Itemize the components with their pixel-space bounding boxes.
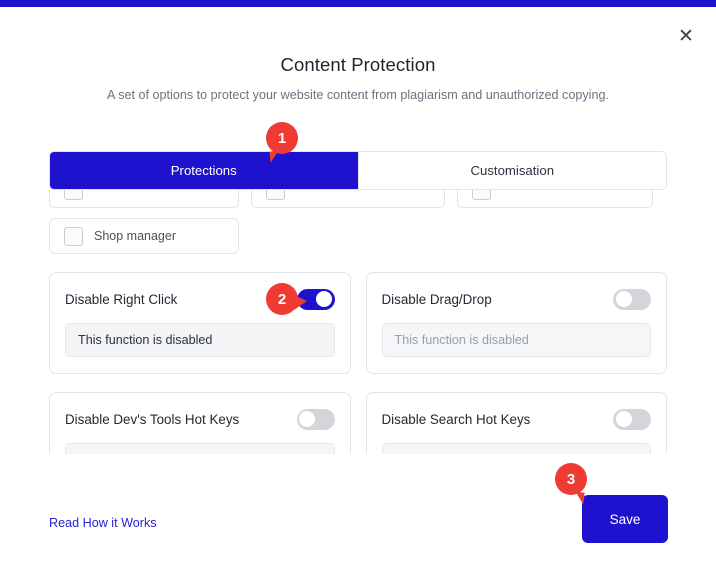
card-title: Disable Drag/Drop bbox=[381, 291, 492, 307]
card-title: Disable Right Click bbox=[65, 291, 178, 307]
step-marker-1: 1 bbox=[266, 122, 298, 163]
toggle-disable-drag-drop[interactable] bbox=[613, 288, 651, 310]
page-title: Content Protection bbox=[280, 54, 436, 75]
role-chip-shop-manager[interactable]: Shop manager bbox=[49, 218, 239, 254]
top-accent-bar bbox=[0, 0, 716, 7]
checkbox-icon[interactable] bbox=[64, 190, 83, 200]
card-title: Disable Dev's Tools Hot Keys bbox=[65, 411, 240, 427]
marker-number: 1 bbox=[266, 122, 298, 154]
toggle-knob bbox=[299, 411, 315, 427]
card-disable-search-hot-keys: Disable Search Hot Keys bbox=[365, 392, 667, 454]
role-chip[interactable] bbox=[251, 190, 445, 208]
checkbox-icon[interactable] bbox=[472, 190, 491, 200]
step-marker-2: 2 bbox=[266, 283, 307, 315]
message-input-search-hot-keys[interactable] bbox=[381, 443, 651, 454]
role-chip-row: Shop manager bbox=[49, 218, 667, 254]
card-header: Disable Drag/Drop bbox=[381, 287, 651, 311]
checkbox-icon[interactable] bbox=[64, 226, 83, 246]
card-title: Disable Search Hot Keys bbox=[381, 411, 531, 427]
marker-number: 3 bbox=[555, 463, 587, 495]
card-header: Disable Search Hot Keys bbox=[381, 407, 651, 431]
close-icon[interactable]: ✕ bbox=[673, 23, 699, 49]
message-input-drag-drop[interactable]: This function is disabled bbox=[381, 323, 651, 357]
toggle-knob bbox=[615, 411, 632, 427]
card-disable-right-click: Disable Right Click This function is dis… bbox=[49, 272, 351, 374]
message-input-right-click[interactable]: This function is disabled bbox=[65, 323, 335, 357]
read-how-it-works-link[interactable]: Read How it Works bbox=[49, 516, 157, 530]
marker-number: 2 bbox=[266, 283, 298, 315]
toggle-disable-dev-tools-hot-keys[interactable] bbox=[296, 408, 335, 430]
tab-bar: Protections Customisation bbox=[49, 151, 667, 190]
settings-scroll-area[interactable]: Shop manager Disable Right Click This fu… bbox=[0, 190, 716, 454]
message-input-dev-tools[interactable] bbox=[65, 443, 335, 454]
toggle-disable-search-hot-keys[interactable] bbox=[613, 408, 651, 430]
role-chip[interactable] bbox=[457, 190, 653, 208]
role-chip-label: Shop manager bbox=[94, 229, 177, 243]
protection-card-row-2: Disable Dev's Tools Hot Keys Disable Sea… bbox=[49, 392, 667, 454]
checkbox-icon[interactable] bbox=[266, 190, 285, 200]
save-button[interactable]: Save bbox=[582, 495, 668, 543]
tab-customisation[interactable]: Customisation bbox=[357, 152, 667, 189]
modal-footer: Read How it Works Save bbox=[0, 454, 716, 561]
tab-protections[interactable]: Protections bbox=[50, 152, 358, 189]
card-header: Disable Dev's Tools Hot Keys bbox=[65, 407, 335, 431]
protection-card-row-1: Disable Right Click This function is dis… bbox=[49, 272, 667, 374]
card-disable-drag-drop: Disable Drag/Drop This function is disab… bbox=[365, 272, 667, 374]
page-subtitle: A set of options to protect your website… bbox=[107, 88, 609, 102]
step-marker-3: 3 bbox=[555, 463, 587, 505]
role-chip-row-clipped bbox=[49, 190, 667, 208]
card-disable-dev-tools-hot-keys: Disable Dev's Tools Hot Keys bbox=[49, 392, 351, 454]
toggle-knob bbox=[615, 291, 632, 307]
content-protection-modal: ✕ Content Protection A set of options to… bbox=[0, 7, 716, 561]
toggle-knob bbox=[316, 291, 332, 307]
role-chip[interactable] bbox=[49, 190, 239, 208]
